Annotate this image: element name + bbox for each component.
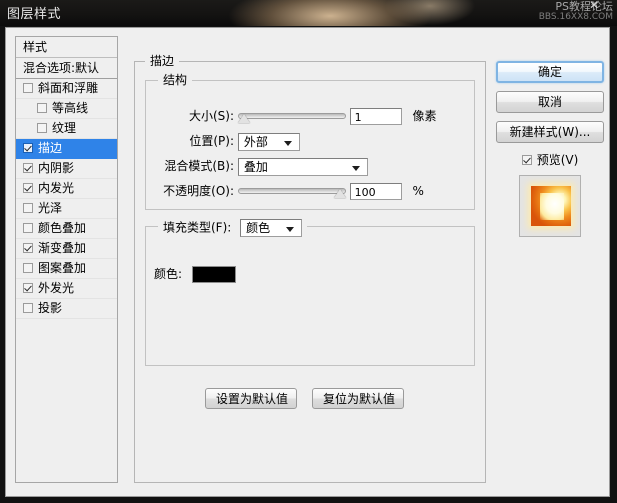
window-title: 图层样式 xyxy=(7,7,62,22)
effect-label: 投影 xyxy=(38,301,63,315)
effect-label: 内阴影 xyxy=(38,161,75,175)
dialog-actions: 确定 取消 新建样式(W)... 预览(V) xyxy=(496,61,604,237)
opacity-input[interactable]: 100 xyxy=(349,183,402,200)
effect-row[interactable]: 图案叠加 xyxy=(16,259,117,279)
opacity-field-row: 不透明度(O): 100 % xyxy=(146,182,424,200)
position-value: 外部 xyxy=(243,134,268,149)
stroke-settings-panel: 描边 结构 大小(S): 1 像素 位置(P): 外部 混合模式(B): 叠加 … xyxy=(134,55,486,483)
watermark-line-2: BBS.16XX8.COM xyxy=(538,11,613,22)
effect-checkbox[interactable] xyxy=(23,183,33,193)
blend-mode-field-row: 混合模式(B): 叠加 xyxy=(146,157,368,176)
effect-row[interactable]: 内阴影 xyxy=(16,159,117,179)
forum-watermark: PS教程论坛 BBS.16XX8.COM xyxy=(539,1,613,22)
chevron-down-icon xyxy=(351,165,360,171)
cancel-button[interactable]: 取消 xyxy=(496,91,604,113)
effect-row[interactable]: 描边 xyxy=(16,139,117,159)
fill-type-value: 颜色 xyxy=(246,221,271,235)
effect-checkbox[interactable] xyxy=(23,83,33,93)
effect-row[interactable]: 光泽 xyxy=(16,199,117,219)
effect-checkbox[interactable] xyxy=(23,163,33,173)
effects-list: 斜面和浮雕等高线纹理描边内阴影内发光光泽颜色叠加渐变叠加图案叠加外发光投影 xyxy=(16,79,117,319)
effect-row[interactable]: 内发光 xyxy=(16,179,117,199)
effect-row[interactable]: 渐变叠加 xyxy=(16,239,117,259)
preview-swatch-art xyxy=(531,186,571,226)
opacity-slider-thumb[interactable] xyxy=(333,188,346,198)
fill-group: 填充类型(F): 颜色 颜色: xyxy=(145,219,475,366)
structure-group-title: 结构 xyxy=(158,74,193,86)
effect-label: 等高线 xyxy=(52,101,89,115)
title-bar: 图层样式 PS教程论坛 BBS.16XX8.COM ✕ xyxy=(0,0,617,26)
position-dropdown[interactable]: 外部 xyxy=(237,132,300,151)
effect-label: 纹理 xyxy=(52,121,77,135)
blend-mode-dropdown[interactable]: 叠加 xyxy=(237,157,368,176)
close-icon[interactable]: ✕ xyxy=(589,0,599,12)
opacity-label: 不透明度(O): xyxy=(163,184,234,198)
effect-checkbox[interactable] xyxy=(23,263,33,273)
blend-mode-value: 叠加 xyxy=(243,159,268,174)
layer-style-dialog: 样式 混合选项:默认 斜面和浮雕 等高线 纹理 描边 内阴影 内发光 光泽 颜色叠加 渐变叠加图… xyxy=(5,27,610,497)
position-label: 位置(P): xyxy=(189,134,234,148)
size-field-row: 大小(S): 1 像素 xyxy=(146,107,464,125)
effect-label: 颜色叠加 xyxy=(38,221,87,235)
reset-to-default-button[interactable]: 复位为默认值 xyxy=(312,388,404,409)
watermark-line-1: PS教程论坛 xyxy=(555,0,613,13)
ok-button[interactable]: 确定 xyxy=(496,61,604,83)
color-label: 颜色: xyxy=(154,267,183,281)
opacity-slider[interactable] xyxy=(237,184,346,200)
preview-checkbox[interactable] xyxy=(521,155,532,165)
size-unit-label: 像素 xyxy=(412,109,437,123)
preview-toggle-row[interactable]: 预览(V) xyxy=(496,151,604,169)
effect-row[interactable]: 外发光 xyxy=(16,279,117,299)
effect-label: 斜面和浮雕 xyxy=(38,81,99,95)
effect-label: 光泽 xyxy=(38,201,63,215)
effect-checkbox[interactable] xyxy=(37,103,47,113)
size-slider[interactable] xyxy=(237,109,346,125)
fill-type-label: 填充类型(F): xyxy=(163,220,232,235)
effect-row[interactable]: 投影 xyxy=(16,299,117,319)
effect-checkbox[interactable] xyxy=(23,283,33,293)
effect-row[interactable]: 颜色叠加 xyxy=(16,219,117,239)
effect-row[interactable]: 斜面和浮雕 xyxy=(16,79,117,99)
new-style-button[interactable]: 新建样式(W)... xyxy=(496,121,604,143)
blend-mode-label: 混合模式(B): xyxy=(164,159,234,173)
stroke-group-title: 描边 xyxy=(145,55,180,67)
size-label: 大小(S): xyxy=(188,109,234,123)
size-input[interactable]: 1 xyxy=(349,108,402,125)
effect-checkbox[interactable] xyxy=(23,143,33,153)
chevron-down-icon xyxy=(283,140,292,146)
effect-label: 渐变叠加 xyxy=(38,241,87,255)
effect-label: 外发光 xyxy=(38,281,75,295)
fill-type-row: 填充类型(F): 颜色 xyxy=(158,219,308,237)
effect-row[interactable]: 纹理 xyxy=(16,119,117,139)
fill-type-dropdown[interactable]: 颜色 xyxy=(240,219,303,237)
preview-label: 预览(V) xyxy=(536,153,579,167)
color-field-row: 颜色: xyxy=(154,265,236,283)
layer-style-window: 图层样式 PS教程论坛 BBS.16XX8.COM ✕ 样式 混合选项:默认 斜… xyxy=(0,0,617,503)
effect-checkbox[interactable] xyxy=(23,203,33,213)
effect-checkbox[interactable] xyxy=(23,303,33,313)
effect-label: 内发光 xyxy=(38,181,75,195)
blending-options-row[interactable]: 混合选项:默认 xyxy=(16,58,117,79)
effect-row[interactable]: 等高线 xyxy=(16,99,117,119)
chevron-down-icon xyxy=(286,227,295,232)
effect-label: 描边 xyxy=(38,141,63,155)
opacity-slider-track[interactable] xyxy=(237,187,346,194)
color-swatch[interactable] xyxy=(191,266,236,283)
effect-checkbox[interactable] xyxy=(23,243,33,253)
styles-list-header[interactable]: 样式 xyxy=(16,37,117,58)
size-slider-track[interactable] xyxy=(237,112,346,119)
size-slider-thumb[interactable] xyxy=(237,113,250,123)
style-preview-thumbnail xyxy=(519,175,581,237)
opacity-unit-label: % xyxy=(412,184,424,198)
effect-label: 图案叠加 xyxy=(38,261,87,275)
effect-checkbox[interactable] xyxy=(37,123,47,133)
set-as-default-button[interactable]: 设置为默认值 xyxy=(205,388,297,409)
position-field-row: 位置(P): 外部 xyxy=(146,132,300,151)
structure-group: 结构 大小(S): 1 像素 位置(P): 外部 混合模式(B): 叠加 不透明… xyxy=(145,74,475,210)
effect-checkbox[interactable] xyxy=(23,223,33,233)
styles-list-panel: 样式 混合选项:默认 斜面和浮雕等高线纹理描边内阴影内发光光泽颜色叠加渐变叠加图… xyxy=(15,36,118,483)
